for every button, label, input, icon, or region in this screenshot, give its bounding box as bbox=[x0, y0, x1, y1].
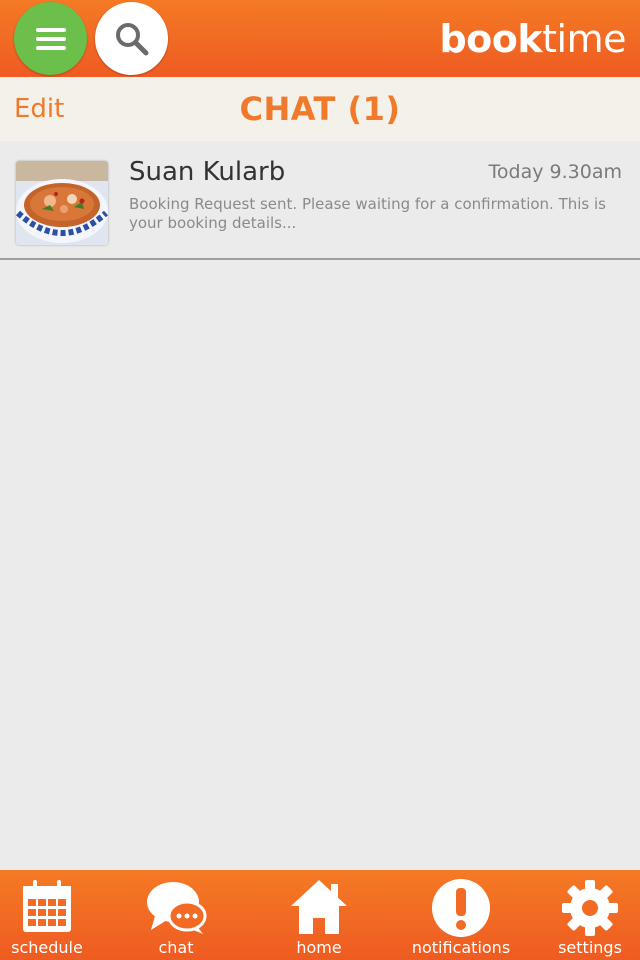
chat-timestamp: Today 9.30am bbox=[488, 161, 622, 183]
home-icon bbox=[291, 880, 347, 934]
search-icon bbox=[115, 22, 148, 55]
chat-message-preview: Booking Request sent. Please waiting for… bbox=[129, 195, 606, 232]
calendar-icon bbox=[23, 880, 71, 932]
brand-logo-bold: book bbox=[439, 17, 543, 61]
chat-list-item[interactable]: Suan Kularb Today 9.30am Booking Request… bbox=[0, 141, 640, 260]
brand-logo-light: time bbox=[542, 17, 626, 61]
tab-chat[interactable]: chat bbox=[132, 870, 220, 960]
tab-label-chat: chat bbox=[158, 938, 194, 957]
chat-bubble-icon bbox=[147, 882, 207, 934]
tab-home[interactable]: home bbox=[274, 870, 364, 960]
page-title: CHAT (1) bbox=[239, 90, 401, 128]
gear-icon bbox=[562, 880, 618, 936]
chat-contact-name: Suan Kularb bbox=[129, 157, 286, 187]
tab-label-schedule: schedule bbox=[11, 938, 83, 957]
tab-settings[interactable]: settings bbox=[552, 870, 628, 960]
tab-notifications[interactable]: notifications bbox=[408, 870, 514, 960]
tab-label-notifications: notifications bbox=[411, 938, 511, 957]
tab-schedule[interactable]: schedule bbox=[0, 870, 94, 960]
top-bar: booktime bbox=[0, 0, 640, 77]
tab-label-settings: settings bbox=[558, 938, 622, 957]
brand-logo: booktime bbox=[439, 14, 626, 64]
sub-header: Edit CHAT (1) bbox=[0, 77, 640, 141]
food-bowl-thumbnail bbox=[16, 161, 108, 245]
hamburger-menu-icon bbox=[35, 27, 66, 50]
tab-label-home: home bbox=[296, 938, 342, 957]
menu-button[interactable] bbox=[14, 2, 87, 75]
bottom-tab-bar: schedule chat home notifications setting… bbox=[0, 870, 640, 960]
exclamation-icon bbox=[432, 879, 490, 937]
search-button[interactable] bbox=[95, 2, 168, 75]
